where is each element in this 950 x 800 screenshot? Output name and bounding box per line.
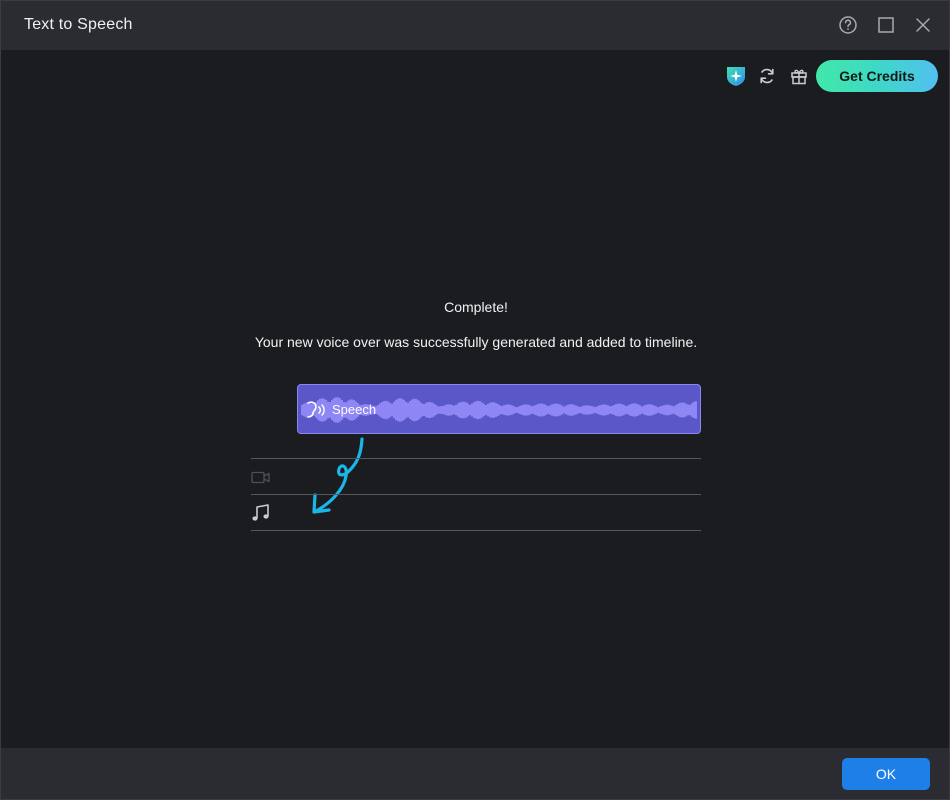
help-circle-icon (839, 16, 857, 34)
title-bar: Text to Speech (1, 1, 949, 50)
ai-shield-sparkle-icon (727, 67, 745, 86)
maximize-icon (878, 17, 894, 33)
dialog-footer (1, 748, 949, 799)
text-to-speech-dialog: Text to Speech Get Credits Complete! You… (0, 0, 950, 800)
gift-icon (791, 69, 807, 85)
complete-heading: Complete! (444, 299, 508, 315)
get-credits-button[interactable]: Get Credits (816, 60, 938, 92)
ok-button[interactable]: OK (842, 758, 930, 790)
complete-message: Your new voice over was successfully gen… (254, 334, 698, 350)
close-icon (916, 18, 930, 32)
refresh-button[interactable] (755, 64, 779, 88)
curved-arrow-icon (312, 437, 364, 514)
ai-credits-button[interactable] (724, 64, 748, 88)
video-track-icon (251, 471, 270, 484)
help-button[interactable] (837, 14, 859, 36)
voice-speech-icon (307, 401, 325, 418)
music-track-icon (252, 504, 269, 521)
track-divider-middle (251, 494, 701, 495)
refresh-icon (760, 68, 774, 84)
track-divider-top (251, 458, 701, 459)
speech-clip-label: Speech (332, 402, 377, 417)
gift-button[interactable] (787, 64, 811, 88)
window-title: Text to Speech (24, 16, 133, 33)
track-divider-bottom (251, 530, 701, 531)
close-button[interactable] (912, 14, 934, 36)
maximize-button[interactable] (875, 14, 897, 36)
speech-clip: Speech (297, 384, 701, 434)
